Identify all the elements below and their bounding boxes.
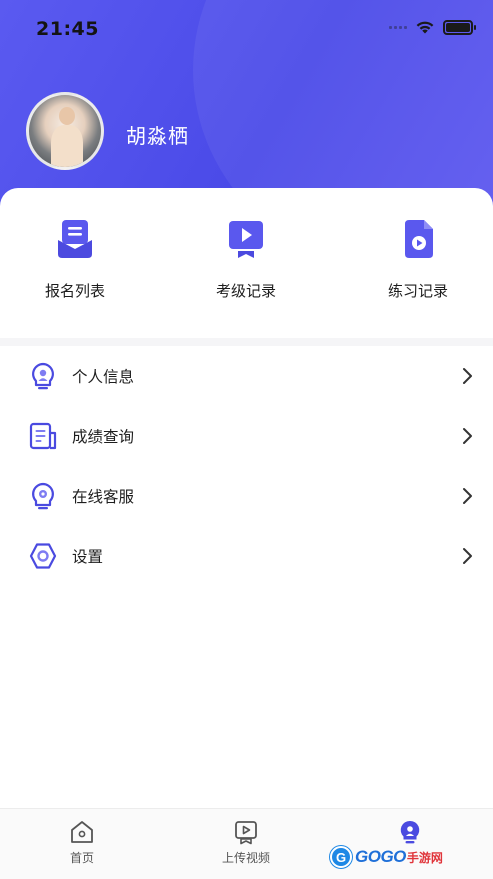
watermark-text: GOGO — [355, 847, 406, 866]
quick-actions: 报名列表 考级记录 练习记录 — [0, 188, 493, 338]
chevron-right-icon — [463, 428, 472, 444]
envelope-list-icon — [58, 220, 92, 258]
tab-bar: 首页 上传视频 — [0, 808, 493, 879]
tab-home[interactable]: 首页 — [32, 819, 132, 866]
battery-icon — [443, 20, 476, 35]
headset-icon — [32, 482, 54, 510]
chevron-right-icon — [463, 368, 472, 384]
menu-item-label: 成绩查询 — [72, 428, 135, 446]
status-bar: 21:45 — [0, 0, 493, 56]
tab-upload-video[interactable]: 上传视频 — [196, 819, 296, 866]
bulb-person-icon — [32, 362, 54, 390]
quick-action-exam-records[interactable]: 考级记录 — [186, 218, 306, 301]
status-icons — [389, 20, 476, 35]
section-divider — [0, 338, 493, 346]
menu-item-label: 在线客服 — [72, 488, 135, 506]
menu-item-label: 设置 — [72, 548, 104, 566]
menu-item-score-query[interactable]: 成绩查询 — [0, 406, 493, 466]
signal-icon — [389, 26, 407, 29]
user-name: 胡淼栖 — [126, 124, 189, 148]
quick-action-practice-records[interactable]: 练习记录 — [358, 218, 478, 301]
quick-action-signup-list[interactable]: 报名列表 — [15, 218, 135, 301]
tab-profile[interactable] — [360, 819, 460, 849]
tab-label: 首页 — [69, 851, 94, 865]
settings-hexagon-icon — [29, 543, 57, 569]
menu-item-personal-info[interactable]: 个人信息 — [0, 346, 493, 406]
chevron-right-icon — [463, 548, 472, 564]
upload-video-icon — [235, 821, 257, 845]
profile-bulb-icon — [400, 820, 420, 844]
quick-action-label: 考级记录 — [215, 282, 276, 300]
status-time: 21:45 — [36, 18, 99, 40]
video-file-icon — [405, 220, 433, 258]
video-play-icon — [229, 221, 263, 258]
menu-item-settings[interactable]: 设置 — [0, 526, 493, 586]
quick-action-label: 报名列表 — [44, 282, 105, 300]
home-icon — [71, 821, 93, 843]
wifi-icon — [416, 21, 434, 34]
settings-menu: 个人信息 成绩查询 在线客服 设置 — [0, 346, 493, 586]
content-card: 报名列表 考级记录 练习记录 个人信息 成绩查询 在线客服 设置 — [0, 188, 493, 879]
chevron-right-icon — [463, 488, 472, 504]
menu-item-customer-service[interactable]: 在线客服 — [0, 466, 493, 526]
quick-action-label: 练习记录 — [387, 282, 448, 300]
menu-item-label: 个人信息 — [72, 368, 135, 386]
document-icon — [29, 422, 57, 450]
watermark-sub: 手游网 — [406, 850, 443, 865]
avatar[interactable] — [26, 92, 104, 170]
tab-label: 上传视频 — [221, 851, 270, 865]
watermark-logo: G — [330, 846, 352, 868]
watermark: G GOGO 手游网 — [330, 846, 443, 868]
